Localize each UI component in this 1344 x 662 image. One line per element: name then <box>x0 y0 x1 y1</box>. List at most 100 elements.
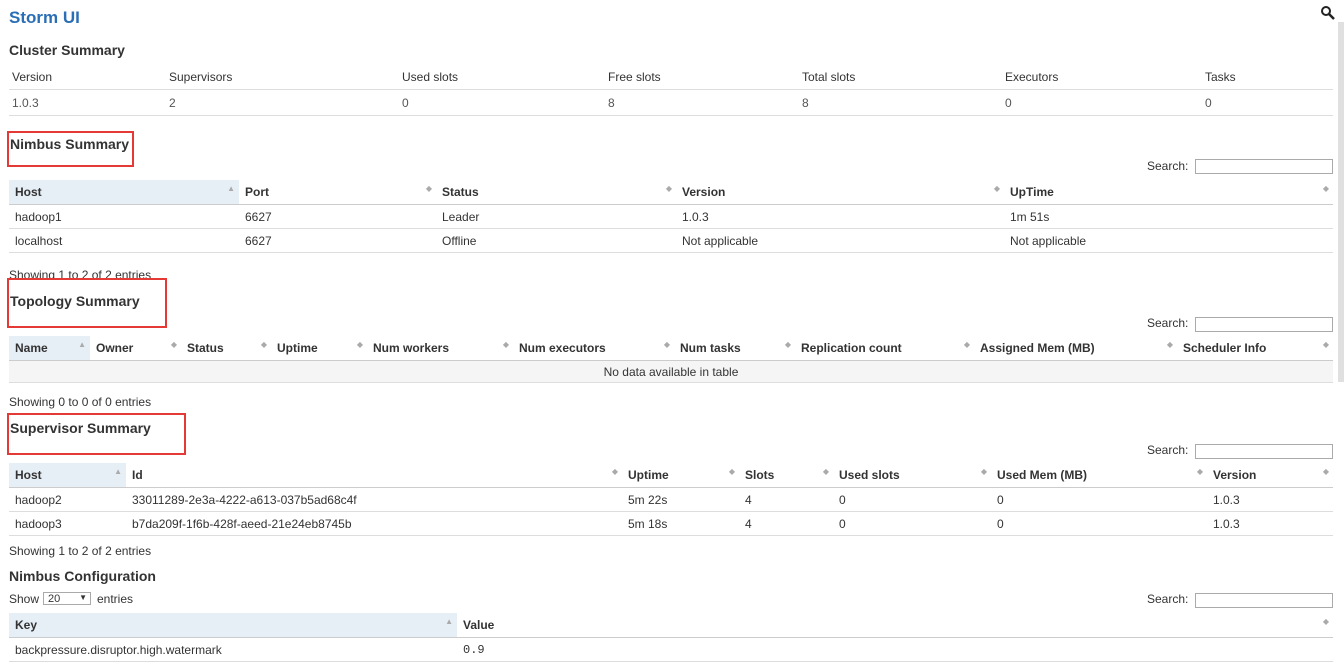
show-label: Show <box>9 592 40 606</box>
sort-icon: ◆ <box>502 340 509 349</box>
supervisor-uptime: 5m 18s <box>622 511 739 536</box>
search-icon[interactable] <box>1320 5 1336 21</box>
sort-icon: ◆ <box>1322 184 1329 193</box>
cluster-value: 2 <box>166 89 399 116</box>
topology-header-uptime[interactable]: Uptime ◆ <box>271 336 367 361</box>
nimbus-search-label: Search: <box>1147 159 1189 173</box>
topology-table-info: Showing 0 to 0 of 0 entries <box>9 395 152 409</box>
topology-search-input[interactable] <box>1195 317 1333 332</box>
cluster-header: Free slots <box>605 64 799 90</box>
table-row: localhost 6627 Offline Not applicable No… <box>9 228 1333 253</box>
supervisor-used-mem: 0 <box>991 511 1207 536</box>
sort-icon: ◆ <box>1322 617 1329 626</box>
supervisor-used-slots: 0 <box>833 511 991 536</box>
supervisor-id: b7da209f-1f6b-428f-aeed-21e24eb8745b <box>126 511 622 536</box>
entries-per-page-select[interactable]: 20 ▼ <box>43 592 91 605</box>
nimbus-search-input[interactable] <box>1195 159 1333 174</box>
nimbus-port-link[interactable]: 6627 <box>239 204 436 229</box>
supervisor-used-mem: 0 <box>991 487 1207 512</box>
supervisor-host-link[interactable]: hadoop2 <box>9 487 126 512</box>
table-row: hadoop2 33011289-2e3a-4222-a613-037b5ad6… <box>9 487 1333 512</box>
cluster-header: Tasks <box>1202 64 1333 90</box>
supervisor-table-info: Showing 1 to 2 of 2 entries <box>9 544 152 558</box>
nimbus-header-status[interactable]: Status ◆ <box>436 180 676 205</box>
cluster-header: Executors <box>1002 64 1202 90</box>
supervisor-host-link[interactable]: hadoop3 <box>9 511 126 536</box>
supervisor-version: 1.0.3 <box>1207 511 1333 536</box>
table-row: hadoop3 b7da209f-1f6b-428f-aeed-21e24eb8… <box>9 511 1333 536</box>
nimbus-table: Host ▲ Port ◆ Status ◆ Version ◆ UpTime ◆ had… <box>9 180 1333 253</box>
topology-header-scheduler-info[interactable]: Scheduler Info ◆ <box>1177 336 1333 361</box>
nimbus-uptime: 1m 51s <box>1004 204 1333 229</box>
topology-header-num-workers[interactable]: Num workers ◆ <box>367 336 513 361</box>
config-table: Key ▲ Value ◆ backpressure.disruptor.high.… <box>9 613 1333 662</box>
cluster-value: 0 <box>1202 89 1333 116</box>
cluster-value: 0 <box>399 89 605 116</box>
sort-icon: ◆ <box>425 184 432 193</box>
config-header-value[interactable]: Value ◆ <box>457 613 1333 638</box>
supervisor-header-version[interactable]: Version ◆ <box>1207 463 1333 488</box>
topology-summary-title: Topology Summary <box>10 293 140 309</box>
empty-table-message: No data available in table <box>9 360 1333 383</box>
config-search-label: Search: <box>1147 592 1189 606</box>
config-header-key[interactable]: Key ▲ <box>9 613 457 638</box>
nimbus-status: Leader <box>436 204 676 229</box>
sort-icon: ◆ <box>665 184 672 193</box>
supervisor-header-slots[interactable]: Slots ◆ <box>739 463 833 488</box>
supervisor-version: 1.0.3 <box>1207 487 1333 512</box>
nimbus-header-uptime[interactable]: UpTime ◆ <box>1004 180 1333 205</box>
table-row: backpressure.disruptor.high.watermark 0.… <box>9 637 1333 662</box>
supervisor-header-used-slots[interactable]: Used slots ◆ <box>833 463 991 488</box>
app-title[interactable]: Storm UI <box>9 8 80 28</box>
topology-header-num-tasks[interactable]: Num tasks ◆ <box>674 336 795 361</box>
cluster-header: Total slots <box>799 64 1002 90</box>
nimbus-port-link[interactable]: 6627 <box>239 228 436 253</box>
config-key: backpressure.disruptor.high.watermark <box>9 637 457 662</box>
sort-icon: ◆ <box>1166 340 1173 349</box>
sort-icon: ◆ <box>611 467 618 476</box>
nimbus-uptime: Not applicable <box>1004 228 1333 253</box>
topology-header-name[interactable]: Name ▲ <box>9 336 90 361</box>
config-value: 0.9 <box>457 637 1333 662</box>
topology-header-assigned-mem[interactable]: Assigned Mem (MB) ◆ <box>974 336 1177 361</box>
sort-icon: ◆ <box>963 340 970 349</box>
sort-icon: ◆ <box>663 340 670 349</box>
sort-icon: ◆ <box>784 340 791 349</box>
supervisor-uptime: 5m 22s <box>622 487 739 512</box>
supervisor-id: 33011289-2e3a-4222-a613-037b5ad68c4f <box>126 487 622 512</box>
supervisor-summary-title: Supervisor Summary <box>10 420 151 436</box>
nimbus-version: 1.0.3 <box>676 204 1004 229</box>
sort-icon: ◆ <box>1322 340 1329 349</box>
topology-header-owner[interactable]: Owner ◆ <box>90 336 181 361</box>
topology-header-replication[interactable]: Replication count ◆ <box>795 336 974 361</box>
sort-asc-icon: ▲ <box>445 617 453 626</box>
sort-icon: ◆ <box>356 340 363 349</box>
page-scrollbar[interactable] <box>1338 22 1344 382</box>
supervisor-header-id[interactable]: Id ◆ <box>126 463 622 488</box>
sort-icon: ◆ <box>822 467 829 476</box>
supervisor-slots: 4 <box>739 487 833 512</box>
config-search-input[interactable] <box>1195 593 1333 608</box>
nimbus-host: localhost <box>9 228 239 253</box>
nimbus-host: hadoop1 <box>9 204 239 229</box>
chevron-down-icon: ▼ <box>79 593 87 602</box>
topology-search-label: Search: <box>1147 316 1189 330</box>
nimbus-summary-title: Nimbus Summary <box>10 136 130 152</box>
supervisor-table: Host ▲ Id ◆ Uptime ◆ Slots ◆ Used slots ◆ Use… <box>9 463 1333 536</box>
supervisor-header-host[interactable]: Host ▲ <box>9 463 126 488</box>
supervisor-used-slots: 0 <box>833 487 991 512</box>
sort-icon: ◆ <box>170 340 177 349</box>
nimbus-header-port[interactable]: Port ◆ <box>239 180 436 205</box>
cluster-header: Supervisors <box>166 64 399 90</box>
topology-header-status[interactable]: Status ◆ <box>181 336 271 361</box>
cluster-value: 8 <box>799 89 1002 116</box>
supervisor-slots: 4 <box>739 511 833 536</box>
supervisor-header-uptime[interactable]: Uptime ◆ <box>622 463 739 488</box>
nimbus-header-host[interactable]: Host ▲ <box>9 180 239 205</box>
supervisor-header-used-mem[interactable]: Used Mem (MB) ◆ <box>991 463 1207 488</box>
nimbus-header-version[interactable]: Version ◆ <box>676 180 1004 205</box>
table-row-empty: No data available in table <box>9 360 1333 383</box>
supervisor-search-input[interactable] <box>1195 444 1333 459</box>
cluster-summary-title: Cluster Summary <box>9 42 125 58</box>
topology-header-num-executors[interactable]: Num executors ◆ <box>513 336 674 361</box>
